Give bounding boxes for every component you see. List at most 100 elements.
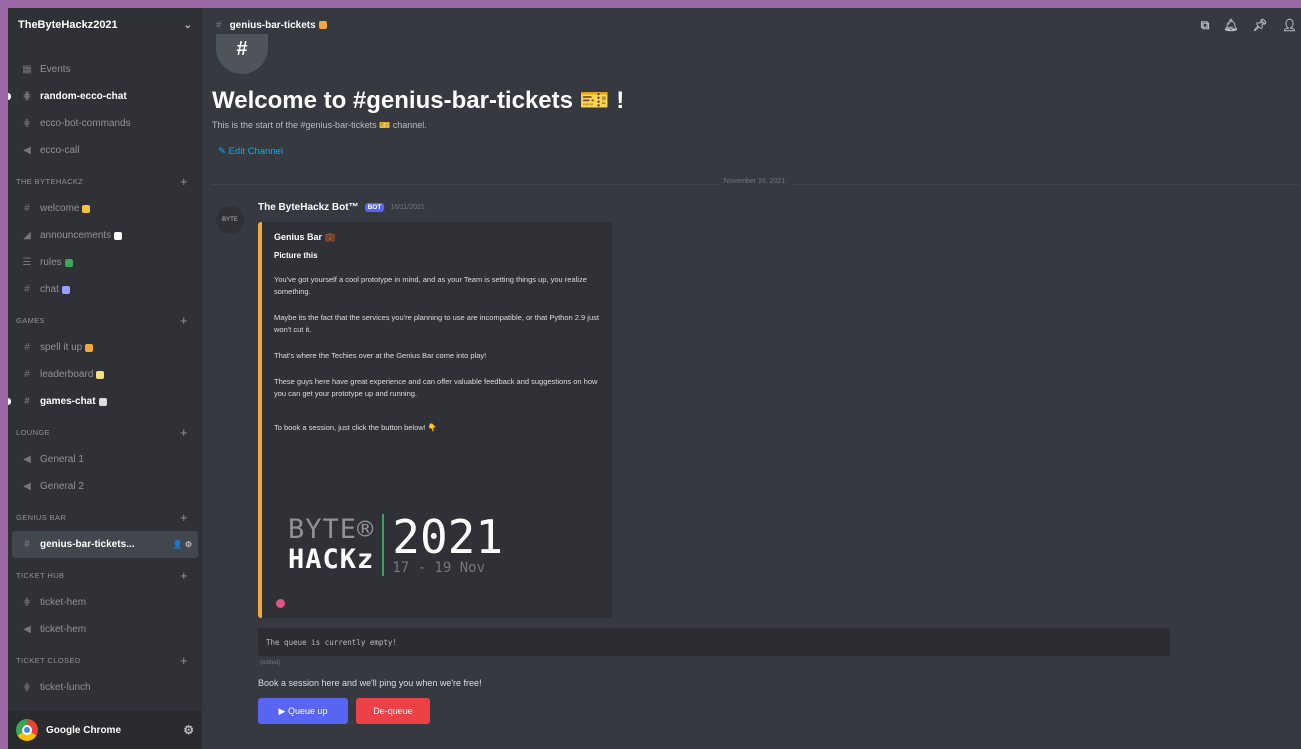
sidebar-item-label: Events bbox=[40, 64, 71, 75]
sidebar-item-label: ecco-bot-commands bbox=[40, 118, 131, 129]
category-name: GAMES bbox=[16, 316, 46, 325]
logo-hackz-text: HACKz bbox=[288, 544, 375, 575]
channel-title: genius-bar-tickets bbox=[229, 19, 316, 31]
logo-year: 2021 bbox=[392, 510, 504, 564]
pin-icon[interactable]: 📌︎ bbox=[1253, 18, 1268, 33]
server-name: TheByteHackz2021 bbox=[18, 19, 118, 31]
category-header[interactable]: LOUNGE + bbox=[8, 419, 202, 446]
sidebar-item-label: games-chat bbox=[40, 396, 96, 407]
sidebar-item-events[interactable]: ▦ Events bbox=[8, 56, 202, 83]
threads-icon[interactable]: ⧉ bbox=[1201, 18, 1210, 33]
app-window: TheByteHackz2021 ⌄ ▦ Events ⋕ random-ecco-c… bbox=[8, 8, 1301, 749]
user-name: Google Chrome bbox=[46, 724, 122, 736]
members-icon[interactable]: 👤︎ bbox=[1282, 18, 1297, 33]
sidebar-item-label: ecco-call bbox=[40, 145, 80, 156]
threads-icon: ⋕ bbox=[22, 91, 32, 102]
header-icons: ⧉ 🔔︎ 📌︎ 👤︎ bbox=[1201, 18, 1297, 33]
sidebar-item-label: General 1 bbox=[40, 454, 84, 465]
category-name: GENIUS BAR bbox=[16, 513, 67, 522]
threads-icon: ⋕ bbox=[22, 118, 32, 129]
sidebar-item-label: rules bbox=[40, 257, 62, 268]
sidebar-item-ecco-call[interactable]: ◀ ecco-call bbox=[8, 137, 202, 164]
speaker-icon: ◀ bbox=[23, 145, 31, 156]
category-name: LOUNGE bbox=[16, 428, 51, 437]
welcome-title: Welcome to #genius-bar-tickets 🎫 ! bbox=[212, 87, 625, 114]
add-channel-icon[interactable]: + bbox=[180, 425, 188, 440]
hash-icon: # bbox=[24, 539, 30, 550]
ticket-emoji-icon bbox=[318, 21, 327, 29]
add-channel-icon[interactable]: + bbox=[180, 313, 188, 328]
add-channel-icon[interactable]: + bbox=[180, 568, 188, 583]
threads-icon: ⋕ bbox=[22, 597, 32, 608]
category-header[interactable]: THE BYTEHACKZ + bbox=[8, 168, 202, 195]
add-channel-icon[interactable]: + bbox=[180, 653, 188, 668]
speaker-icon: ◀ bbox=[23, 481, 31, 492]
embed-paragraph-2: Maybe its the fact that the services you… bbox=[274, 313, 599, 334]
bot-badge: BOT bbox=[364, 203, 385, 212]
hash-icon: # bbox=[24, 369, 30, 380]
logo-byte-text: BYTE® bbox=[288, 514, 375, 545]
embed-paragraph-4: These guys here have great experience an… bbox=[274, 377, 598, 398]
edit-channel-link[interactable]: ✎ Edit Channel bbox=[218, 146, 283, 157]
sidebar-item-genius-bar-tickets[interactable]: # genius-bar-tickets... 👤 ⚙ bbox=[12, 531, 198, 558]
channel-hash-icon: # bbox=[216, 34, 268, 74]
sidebar-item-games-chat[interactable]: # games-chat bbox=[8, 388, 202, 415]
list-icon: ☰ bbox=[22, 257, 32, 268]
channel-emoji-icon bbox=[64, 258, 73, 267]
logo-divider bbox=[382, 514, 385, 576]
category-name: TICKET CLOSED bbox=[16, 656, 81, 665]
sidebar-item-chat[interactable]: # chat bbox=[8, 276, 202, 303]
server-header[interactable]: TheByteHackz2021 ⌄ bbox=[8, 8, 202, 42]
channel-sidebar: TheByteHackz2021 ⌄ ▦ Events ⋕ random-ecco-c… bbox=[8, 8, 202, 749]
chevron-down-icon: ⌄ bbox=[183, 19, 192, 31]
hash-icon: # bbox=[216, 19, 222, 31]
sidebar-item-leaderboard[interactable]: # leaderboard bbox=[8, 361, 202, 388]
sidebar-item-label: ticket-hem bbox=[40, 624, 87, 635]
sidebar-item-ticket-lunch[interactable]: ⋕ ticket-lunch bbox=[8, 674, 202, 701]
queue-up-button[interactable]: ▶ Queue up bbox=[258, 698, 348, 724]
calendar-icon: ▦ bbox=[22, 64, 32, 75]
category-header[interactable]: GAMES + bbox=[8, 307, 202, 334]
sidebar-item-welcome[interactable]: # welcome bbox=[8, 195, 202, 222]
sidebar-item-label: spell it up bbox=[40, 342, 83, 353]
channel-emoji-icon bbox=[114, 231, 123, 240]
sidebar-item-ecco-bot-commands[interactable]: ⋕ ecco-bot-commands bbox=[8, 110, 202, 137]
sidebar-item-label: leaderboard bbox=[40, 369, 94, 380]
book-session-text: Book a session here and we'll ping you w… bbox=[258, 678, 482, 688]
embed-title: Genius Bar 💼 bbox=[274, 232, 336, 242]
channel-emoji-icon bbox=[98, 397, 107, 406]
sidebar-item-label: chat bbox=[40, 284, 59, 295]
bytehackz-logo: BYTE® HACKz 2021 17 - 19 Nov bbox=[288, 514, 503, 576]
sidebar-item-random-ecco-chat[interactable]: ⋕ random-ecco-chat bbox=[8, 83, 202, 110]
category-header[interactable]: TICKET CLOSED + bbox=[8, 647, 202, 674]
category-header[interactable]: TICKET HUB + bbox=[8, 562, 202, 589]
channel-settings-icons[interactable]: 👤 ⚙ bbox=[173, 540, 192, 549]
avatar[interactable]: BYTE bbox=[216, 206, 244, 234]
sidebar-item-announcements[interactable]: ◢ announcements bbox=[8, 222, 202, 249]
edited-label: (edited) bbox=[260, 660, 281, 666]
sidebar-item-ticket-hem[interactable]: ⋕ ticket-hem bbox=[8, 589, 202, 616]
category-header[interactable]: GENIUS BAR + bbox=[8, 504, 202, 531]
category-name: TICKET HUB bbox=[16, 571, 65, 580]
sidebar-item-label: ticket-lunch bbox=[40, 682, 91, 693]
chrome-logo-icon bbox=[16, 719, 38, 741]
queue-status-box: The queue is currently empty! bbox=[258, 628, 1170, 656]
embed-footer-emoji-icon bbox=[276, 599, 285, 608]
sidebar-item-general-2[interactable]: ◀ General 2 bbox=[8, 473, 202, 500]
sidebar-item-general-1[interactable]: ◀ General 1 bbox=[8, 446, 202, 473]
dequeue-button[interactable]: De-queue bbox=[356, 698, 430, 724]
message-author[interactable]: The ByteHackz Bot™ bbox=[258, 202, 359, 213]
add-channel-icon[interactable]: + bbox=[180, 510, 188, 525]
sidebar-item-label: random-ecco-chat bbox=[40, 91, 127, 102]
message-header: The ByteHackz Bot™ BOT 16/11/2021 bbox=[258, 202, 425, 213]
sidebar-item-rules[interactable]: ☰ rules bbox=[8, 249, 202, 276]
sidebar-item-ticket-hem[interactable]: ◀ ticket-hem bbox=[8, 616, 202, 643]
channel-emoji-icon bbox=[85, 343, 94, 352]
bell-icon[interactable]: 🔔︎ bbox=[1223, 18, 1238, 33]
main-chat: # genius-bar-tickets ⧉ 🔔︎ 📌︎ 👤︎ # Welcom… bbox=[202, 8, 1301, 749]
speaker-icon: ◀ bbox=[23, 454, 31, 465]
add-channel-icon[interactable]: + bbox=[180, 174, 188, 189]
sidebar-item-spell-it-up[interactable]: # spell it up bbox=[8, 334, 202, 361]
gear-icon[interactable]: ⚙ bbox=[183, 723, 194, 737]
sidebar-item-label: welcome bbox=[40, 203, 80, 214]
